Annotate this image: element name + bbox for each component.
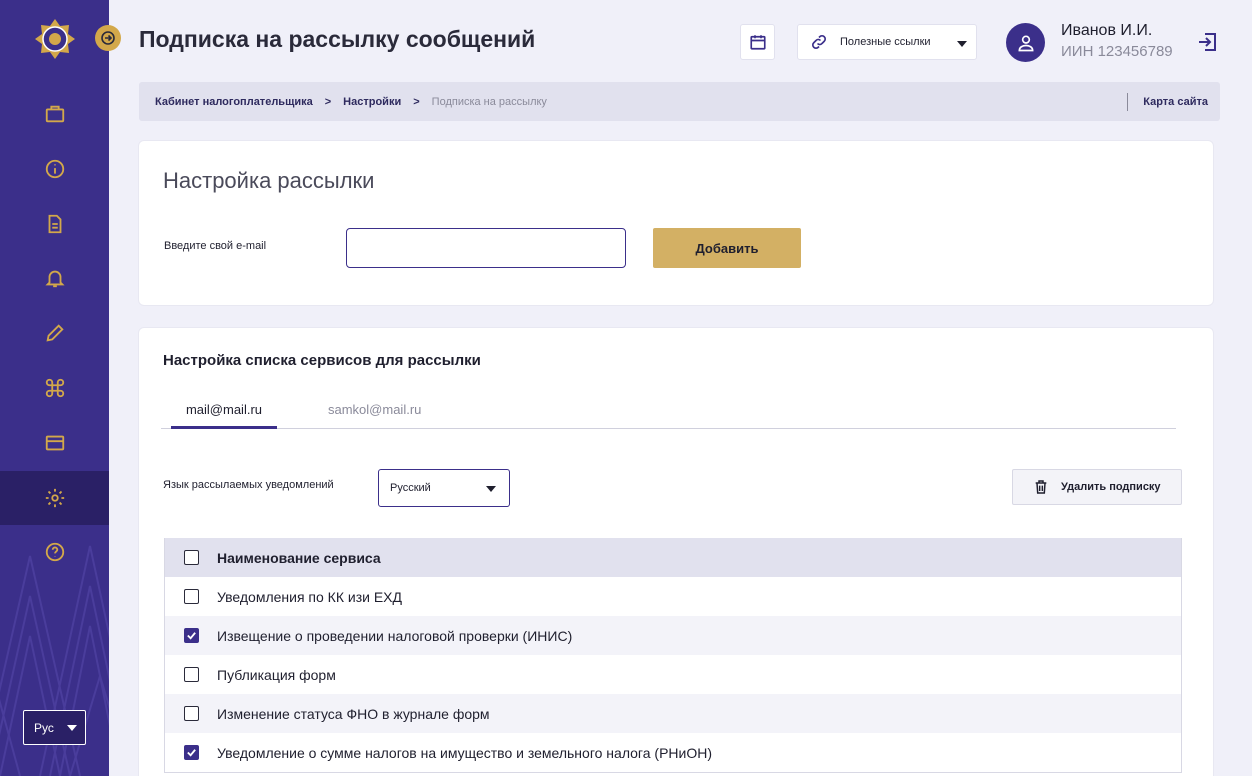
user-name: Иванов И.И. (1061, 22, 1153, 39)
select-all-checkbox[interactable] (184, 550, 199, 565)
breadcrumb-link-settings[interactable]: Настройки (343, 96, 401, 108)
breadcrumb-current: Подписка на рассылку (431, 95, 547, 108)
language-value: Рус (34, 720, 54, 735)
service-name: Извещение о проведении налоговой проверк… (217, 627, 573, 644)
language-select[interactable]: Рус (23, 710, 86, 745)
user-iin: ИИН 123456789 (1061, 43, 1173, 60)
service-checkbox[interactable] (184, 667, 199, 682)
table-row[interactable]: Уведомление о сумме налогов на имущество… (165, 733, 1181, 772)
email-label: Введите свой e-mail (164, 240, 267, 252)
table-row[interactable]: Публикация форм (165, 655, 1181, 694)
document-icon (48, 214, 61, 234)
service-checkbox[interactable] (184, 589, 199, 604)
calendar-button[interactable] (740, 24, 775, 60)
logo-icon (35, 19, 75, 59)
user-icon (1017, 35, 1034, 51)
sidebar-item-command[interactable] (0, 361, 109, 415)
email-field[interactable] (346, 228, 626, 268)
delete-subscription-label: Удалить подписку (1061, 481, 1161, 493)
table-header-label: Наименование сервиса (217, 549, 381, 566)
sidebar-item-edit[interactable] (0, 306, 109, 360)
help-icon (45, 542, 64, 562)
check-icon (187, 749, 196, 757)
notification-language-select[interactable]: Русский (378, 469, 510, 507)
table-header: Наименование сервиса (165, 538, 1181, 577)
logout-icon[interactable] (1195, 30, 1219, 54)
useful-links-dropdown[interactable]: Полезные ссылки (797, 24, 977, 60)
sidebar-item-settings[interactable] (0, 471, 109, 525)
sidebar: Рус (0, 0, 109, 776)
gear-icon (45, 488, 64, 508)
sidebar-item-info[interactable] (0, 142, 109, 196)
services-card: Настройка списка сервисов для рассылки m… (138, 327, 1214, 776)
breadcrumb: Кабинет налогоплательщика > Настройки > … (139, 82, 1220, 121)
avatar[interactable] (1006, 23, 1045, 62)
chevron-down-icon (957, 41, 967, 47)
services-table: Наименование сервиса Уведомления по КК и… (164, 538, 1182, 773)
notification-language-value: Русский (390, 482, 431, 494)
service-checkbox[interactable] (184, 745, 199, 760)
card-icon (45, 435, 64, 451)
services-title: Настройка списка сервисов для рассылки (163, 352, 481, 369)
sidebar-toggle-button[interactable] (95, 25, 121, 51)
add-button[interactable]: Добавить (653, 228, 801, 268)
service-checkbox[interactable] (184, 706, 199, 721)
tab-email-1[interactable]: mail@mail.ru (171, 402, 277, 429)
check-icon (187, 632, 196, 640)
command-icon (45, 378, 64, 398)
sidebar-item-payments[interactable] (0, 416, 109, 470)
table-row[interactable]: Извещение о проведении налоговой проверк… (165, 616, 1181, 655)
chevron-down-icon (67, 725, 77, 731)
table-row[interactable]: Уведомления по КК изи ЕХД (165, 577, 1181, 616)
sidebar-item-documents[interactable] (0, 197, 109, 251)
mailing-settings-card: Настройка рассылки Введите свой e-mail Д… (138, 140, 1214, 306)
table-row[interactable]: Изменение статуса ФНО в журнале форм (165, 694, 1181, 733)
breadcrumb-separator: > (413, 95, 420, 108)
sidebar-item-help[interactable] (0, 525, 109, 579)
sidebar-item-notifications[interactable] (0, 251, 109, 305)
service-name: Уведомления по КК изи ЕХД (217, 588, 402, 605)
sidebar-item-briefcase[interactable] (0, 87, 109, 141)
service-name: Публикация форм (217, 666, 336, 683)
mailing-settings-title: Настройка рассылки (163, 168, 375, 193)
notification-language-label: Язык рассылаемых уведомлений (163, 479, 334, 491)
briefcase-icon (45, 105, 64, 123)
chevron-down-icon (486, 486, 496, 492)
sitemap-link[interactable]: Карта сайта (1127, 93, 1220, 111)
calendar-icon (749, 35, 766, 50)
useful-links-label: Полезные ссылки (840, 36, 931, 48)
service-checkbox[interactable] (184, 628, 199, 643)
delete-subscription-button[interactable]: Удалить подписку (1012, 469, 1182, 505)
email-tabs: mail@mail.ru samkol@mail.ru (161, 398, 1176, 429)
info-icon (45, 159, 64, 179)
service-name: Изменение статуса ФНО в журнале форм (217, 705, 490, 722)
trash-icon (1035, 480, 1047, 494)
tab-email-2[interactable]: samkol@mail.ru (328, 402, 421, 417)
arrow-right-icon (101, 31, 115, 45)
breadcrumb-separator: > (324, 95, 332, 108)
link-icon (812, 35, 826, 49)
bell-icon (44, 270, 65, 288)
pencil-icon (45, 324, 64, 342)
breadcrumb-link-cabinet[interactable]: Кабинет налогоплательщика (155, 96, 313, 108)
service-name: Уведомление о сумме налогов на имущество… (217, 744, 712, 761)
page-title: Подписка на рассылку сообщений (139, 26, 536, 52)
